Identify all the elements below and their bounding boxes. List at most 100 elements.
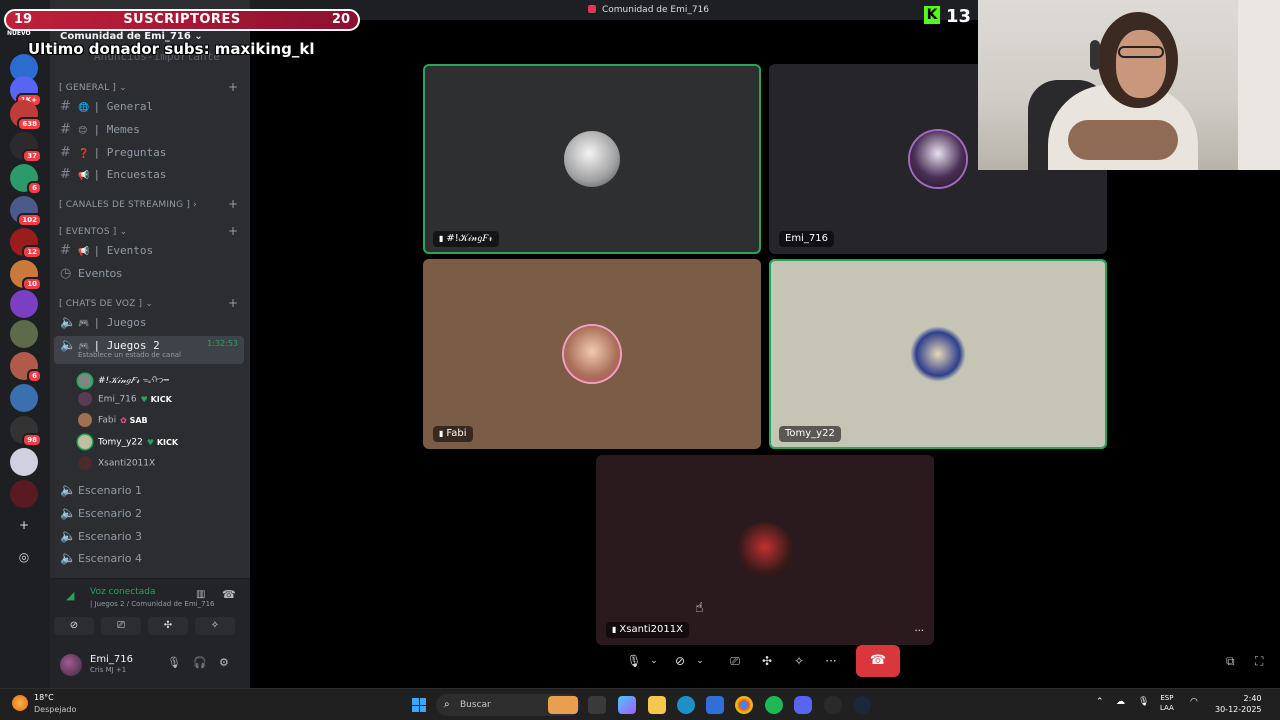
microphone-button[interactable]: 🎙: [626, 646, 642, 676]
avatar[interactable]: [60, 654, 82, 676]
category-general[interactable]: [ GENERAL ] ⌄: [59, 83, 127, 93]
obs-icon[interactable]: [824, 696, 842, 714]
channel-encuestas[interactable]: # 📢 | Encuestas: [60, 167, 166, 185]
add-channel-icon[interactable]: +: [228, 296, 238, 310]
search-highlight-icon[interactable]: [548, 696, 578, 714]
participant-tile[interactable]: Tomy_y22: [769, 259, 1107, 449]
mic-options-chevron[interactable]: ⌄: [648, 646, 660, 676]
voice-channel-escenario-2[interactable]: 🔈 Escenario 2: [60, 506, 142, 524]
add-channel-icon[interactable]: +: [228, 224, 238, 238]
activities-button[interactable]: ✣: [758, 646, 776, 676]
voice-channel-juegos-2[interactable]: 🔈 🎮 | Juegos 2 1:32:53 Establece un estad…: [54, 336, 244, 364]
server-icon[interactable]: 6: [10, 352, 42, 383]
server-icon[interactable]: [10, 448, 38, 476]
noise-suppression-icon[interactable]: ▥: [196, 589, 205, 600]
add-channel-icon[interactable]: +: [228, 80, 238, 94]
discord-app-icon[interactable]: [794, 696, 812, 714]
participant-tile[interactable]: ▮ #!𝒦𝒾𝓃𝑔𝐹𝓇: [423, 64, 761, 254]
gear-icon[interactable]: ⚙: [219, 656, 229, 669]
steam-icon[interactable]: [853, 696, 871, 714]
server-icon[interactable]: [10, 480, 38, 508]
voice-channel-escenario-3[interactable]: 🔈 Escenario 3: [60, 529, 142, 547]
file-explorer-icon[interactable]: [648, 696, 666, 714]
soundboard-icon: ✧: [793, 654, 805, 668]
video-off-button[interactable]: ⊘: [54, 617, 94, 635]
clock[interactable]: 2:40 30-12-2025: [1215, 693, 1262, 715]
microphone-icon[interactable]: 🎙: [167, 656, 181, 669]
server-icon[interactable]: 37: [10, 132, 42, 163]
avatar: [737, 522, 793, 578]
participant-label: Emi_716: [779, 231, 834, 247]
add-channel-icon[interactable]: +: [228, 197, 238, 211]
participant-tile[interactable]: ▮ Xsanti2011X ···: [596, 455, 934, 645]
server-icon[interactable]: 6: [10, 164, 42, 195]
voice-channel-juegos[interactable]: 🔈 🎮 | Juegos: [60, 315, 146, 333]
spotify-icon[interactable]: [765, 696, 783, 714]
channel-general[interactable]: # 🌐 | General: [60, 99, 153, 117]
camera-button[interactable]: ⊘: [672, 646, 688, 676]
server-rail: 1K+ 638 37 6 102 12 10 6 98 + ◎: [0, 0, 50, 688]
windows-start-icon[interactable]: [412, 698, 426, 712]
chrome-icon[interactable]: [735, 696, 753, 714]
onedrive-icon[interactable]: ☁: [1116, 697, 1125, 707]
server-icon[interactable]: 10: [10, 260, 42, 291]
voice-member[interactable]: Xsanti2011X: [78, 456, 155, 472]
more-button[interactable]: ···: [822, 646, 840, 676]
participant-label: ▮ #!𝒦𝒾𝓃𝑔𝐹𝓇: [433, 231, 499, 247]
channel-status[interactable]: Establece un estado de canal: [78, 351, 181, 359]
server-icon[interactable]: [10, 384, 38, 412]
channel-preguntas[interactable]: # ❓ | Preguntas: [60, 145, 166, 163]
fullscreen-icon[interactable]: ⛶: [1255, 654, 1263, 669]
events-link[interactable]: ◷ Eventos: [60, 266, 122, 284]
voice-member[interactable]: Emi_716 ♥ KICK: [78, 392, 172, 408]
headphones-icon[interactable]: 🎧: [193, 656, 207, 669]
popout-icon[interactable]: ⧉: [1226, 654, 1235, 669]
voice-channel-escenario-4[interactable]: 🔈 Escenario 4: [60, 551, 142, 569]
share-screen-button[interactable]: ⎚: [101, 617, 141, 635]
category-voz[interactable]: [ CHATS DE VOZ ] ⌄: [59, 299, 153, 309]
category-streaming[interactable]: [ CANALES DE STREAMING ] ›: [59, 200, 197, 210]
wifi-icon[interactable]: ◠: [1190, 697, 1198, 707]
weather-icon[interactable]: [12, 695, 28, 711]
server-icon[interactable]: 102: [10, 196, 42, 227]
voice-connected-panel: ◢ Voz conectada | Juegos 2 / Comunidad d…: [50, 578, 250, 642]
channel-name: | Memes: [93, 123, 140, 136]
tray-chevron-icon[interactable]: ⌃: [1096, 697, 1104, 707]
server-icon[interactable]: [10, 320, 38, 348]
category-eventos[interactable]: [ EVENTOS ] ⌄: [59, 227, 127, 237]
microphone-tray-icon[interactable]: 🎙: [1138, 697, 1149, 707]
voice-member[interactable]: #!𝒦𝒾𝓃𝑔𝐹𝓇 ᯓᡣ𐭩━: [78, 370, 169, 388]
disconnect-icon[interactable]: ☎: [222, 588, 236, 601]
disconnect-button[interactable]: ☎: [856, 645, 900, 677]
more-options-icon[interactable]: ···: [914, 626, 924, 637]
voice-status-subtitle[interactable]: | Juegos 2 / Comunidad de Emi_716: [90, 600, 214, 608]
participant-tile[interactable]: ▮ Fabi: [423, 259, 761, 449]
copilot-icon[interactable]: [618, 696, 636, 714]
user-name[interactable]: Emi_716: [90, 654, 133, 665]
share-screen-button[interactable]: ⎚: [726, 646, 744, 676]
channel-memes[interactable]: # 😊 | Memes: [60, 122, 140, 140]
store-icon[interactable]: [706, 696, 724, 714]
soundboard-button[interactable]: ✧: [195, 617, 235, 635]
language-indicator[interactable]: ESP LAA: [1160, 693, 1174, 713]
avatar: [564, 131, 620, 187]
voice-channel-escenario-1[interactable]: 🔈 Escenario 1: [60, 483, 142, 501]
camera-options-chevron[interactable]: ⌄: [694, 646, 706, 676]
add-server-icon[interactable]: +: [15, 516, 33, 534]
voice-member[interactable]: Tomy_y22 ♥ KICK: [78, 435, 178, 451]
lang-bottom: LAA: [1160, 704, 1174, 712]
server-icon[interactable]: 12: [10, 228, 42, 259]
voice-member[interactable]: Fabi ✿ SAB: [78, 413, 148, 429]
server-icon[interactable]: 638: [10, 100, 42, 131]
screen: 1K+ 638 37 6 102 12 10 6 98 + ◎ Comunida…: [0, 0, 1280, 720]
lang-top: ESP: [1160, 694, 1174, 702]
channel-eventos[interactable]: # 📢 | Eventos: [60, 243, 153, 261]
edge-icon[interactable]: [677, 696, 695, 714]
signal-icon[interactable]: ◢: [66, 589, 74, 602]
server-icon[interactable]: 98: [10, 416, 42, 447]
soundboard-button[interactable]: ✧: [790, 646, 808, 676]
server-icon[interactable]: [10, 290, 38, 318]
activities-button[interactable]: ✣: [148, 617, 188, 635]
task-view-icon[interactable]: [588, 696, 606, 714]
discover-icon[interactable]: ◎: [15, 548, 33, 566]
